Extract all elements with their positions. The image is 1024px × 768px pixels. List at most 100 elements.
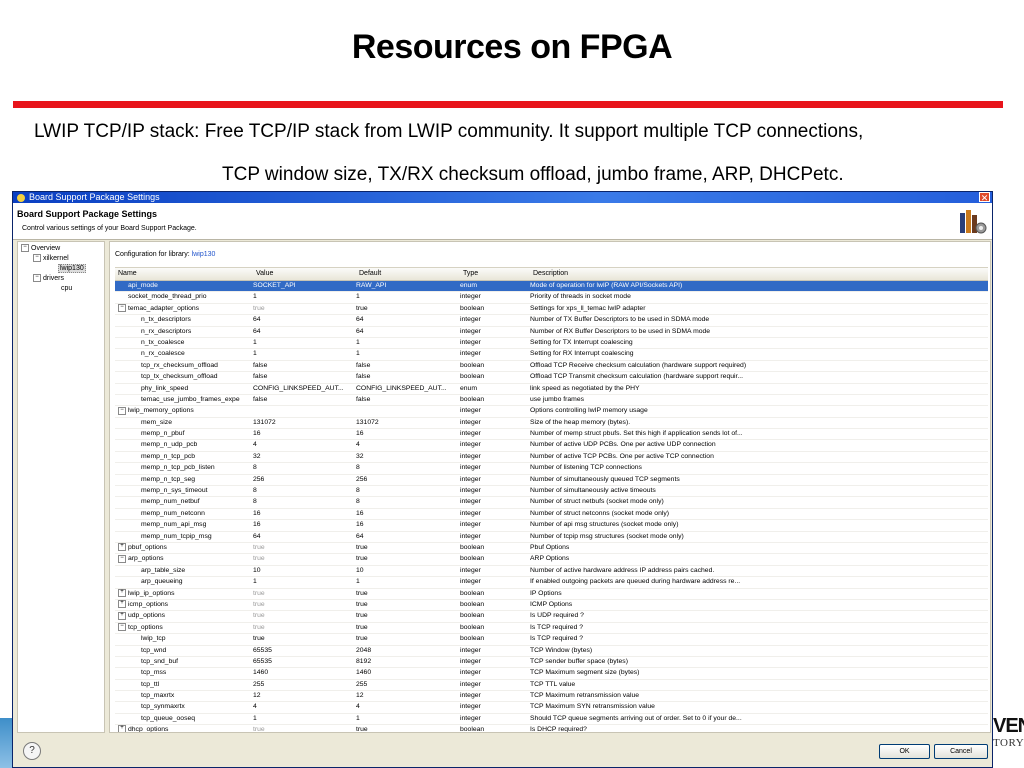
ok-button[interactable]: OK: [879, 744, 930, 759]
row-value[interactable]: 8: [253, 463, 353, 473]
tree-item-lwip130[interactable]: lwip130: [58, 264, 86, 273]
row-value[interactable]: 4: [253, 702, 353, 712]
expand-icon[interactable]: +: [118, 588, 126, 597]
table-row[interactable]: tcp_rx_checksum_offload false false boolean…: [115, 361, 988, 373]
col-header-value[interactable]: Value: [256, 270, 273, 277]
collapse-icon[interactable]: −: [118, 554, 126, 563]
collapse-icon[interactable]: −: [21, 244, 29, 253]
table-row[interactable]: + udp_options true true boolean Is UDP requir…: [115, 611, 988, 623]
row-value[interactable]: 10: [253, 566, 353, 576]
col-header-type[interactable]: Type: [463, 270, 478, 277]
row-value[interactable]: 16: [253, 509, 353, 519]
table-row[interactable]: memp_n_tcp_pcb 32 32 integer Number of activ…: [115, 452, 988, 464]
table-row[interactable]: − temac_adapter_options true true boolean Set…: [115, 303, 988, 316]
table-row[interactable]: tcp_tx_checksum_offload false false boolean…: [115, 372, 988, 384]
col-header-default[interactable]: Default: [359, 270, 381, 277]
row-value[interactable]: 256: [253, 475, 353, 485]
table-row[interactable]: memp_n_tcp_pcb_listen 8 8 integer Number of …: [115, 463, 988, 475]
row-value[interactable]: true: [253, 554, 353, 564]
row-value[interactable]: 32: [253, 452, 353, 462]
row-value[interactable]: true: [253, 725, 353, 732]
row-value[interactable]: 1: [253, 577, 353, 587]
tree-item-xilkernel[interactable]: − xilkernel: [33, 254, 69, 263]
row-value[interactable]: 1460: [253, 668, 353, 678]
col-header-name[interactable]: Name: [118, 270, 137, 277]
expand-icon[interactable]: +: [118, 543, 126, 552]
table-row[interactable]: memp_n_udp_pcb 4 4 integer Number of active …: [115, 440, 988, 452]
table-row[interactable]: n_rx_descriptors 64 64 integer Number of RX …: [115, 327, 988, 338]
table-row[interactable]: tcp_ttl 255 255 integer TCP TTL value: [115, 680, 988, 692]
table-row[interactable]: + dhcp_options true true boolean Is DHCP requ…: [115, 725, 988, 732]
collapse-icon[interactable]: −: [33, 254, 41, 263]
collapse-icon[interactable]: −: [33, 274, 41, 283]
table-row[interactable]: memp_num_netbuf 8 8 integer Number of struct…: [115, 497, 988, 509]
row-value[interactable]: 64: [253, 315, 353, 325]
table-row[interactable]: arp_queueing 1 1 integer If enabled outgoing…: [115, 577, 988, 589]
table-row[interactable]: memp_num_tcpip_msg 64 64 integer Number of t…: [115, 532, 988, 543]
table-row[interactable]: phy_link_speed CONFIG_LINKSPEED_AUT... CON…: [115, 384, 988, 395]
table-row[interactable]: − lwip_memory_options integer Options contr…: [115, 406, 988, 418]
row-value[interactable]: SOCKET_API: [253, 281, 353, 291]
table-row[interactable]: socket_mode_thread_prio 1 1 integer Priority…: [115, 292, 988, 304]
close-icon[interactable]: ✕: [979, 192, 990, 203]
table-row[interactable]: tcp_synmaxrtx 4 4 integer TCP Maximum SYN re…: [115, 702, 988, 714]
row-value[interactable]: true: [253, 600, 353, 610]
row-value[interactable]: 1: [253, 714, 353, 724]
table-row[interactable]: memp_n_tcp_seg 256 256 integer Number of sim…: [115, 475, 988, 487]
row-value[interactable]: true: [253, 589, 353, 599]
row-value[interactable]: 16: [253, 520, 353, 530]
table-row[interactable]: − arp_options true true boolean ARP Options: [115, 554, 988, 566]
help-icon[interactable]: ?: [23, 742, 41, 760]
collapse-icon[interactable]: −: [118, 622, 126, 631]
collapse-icon[interactable]: −: [118, 303, 126, 312]
table-row[interactable]: n_tx_descriptors 64 64 integer Number of TX …: [115, 315, 988, 327]
cancel-button[interactable]: Cancel: [934, 744, 988, 759]
expand-icon[interactable]: +: [118, 600, 126, 609]
table-row[interactable]: lwip_tcp true true boolean Is TCP required ?: [115, 634, 988, 646]
table-row[interactable]: memp_n_pbuf 16 16 integer Number of memp str…: [115, 429, 988, 441]
table-row[interactable]: + pbuf_options true true boolean Pbuf Options: [115, 543, 988, 555]
table-row[interactable]: memp_n_sys_timeout 8 8 integer Number of sim…: [115, 486, 988, 498]
table-row[interactable]: tcp_mss 1460 1460 integer TCP Maximum segmen…: [115, 668, 988, 680]
row-value[interactable]: true: [253, 304, 353, 314]
table-row[interactable]: tcp_maxrtx 12 12 integer TCP Maximum retrans…: [115, 691, 988, 703]
collapse-icon[interactable]: −: [118, 406, 126, 415]
tree-item-drivers[interactable]: − drivers: [33, 274, 64, 283]
row-value[interactable]: 1: [253, 338, 353, 348]
row-value[interactable]: 8: [253, 497, 353, 507]
row-value[interactable]: true: [253, 543, 353, 553]
row-value[interactable]: false: [253, 361, 353, 371]
row-value[interactable]: 1: [253, 292, 353, 302]
expand-icon[interactable]: +: [118, 611, 126, 620]
row-value[interactable]: CONFIG_LINKSPEED_AUT...: [253, 384, 353, 394]
table-row[interactable]: tcp_wnd 65535 2048 integer TCP Window (bytes…: [115, 646, 988, 657]
table-row[interactable]: arp_table_size 10 10 integer Number of activ…: [115, 566, 988, 578]
row-value[interactable]: 8: [253, 486, 353, 496]
table-row[interactable]: memp_num_netconn 16 16 integer Number of str…: [115, 509, 988, 521]
tree-item-overview[interactable]: − Overview: [21, 244, 60, 253]
table-row[interactable]: n_rx_coalesce 1 1 integer Setting for RX Int…: [115, 349, 988, 361]
row-value[interactable]: false: [253, 395, 353, 405]
row-value[interactable]: 65535: [253, 646, 353, 656]
row-value[interactable]: 131072: [253, 418, 353, 428]
row-value[interactable]: true: [253, 623, 353, 633]
table-row[interactable]: temac_use_jumbo_frames_expe false false boo…: [115, 395, 988, 407]
row-value[interactable]: 4: [253, 440, 353, 450]
row-value[interactable]: 255: [253, 680, 353, 690]
table-row[interactable]: mem_size 131072 131072 integer Size of the h…: [115, 418, 988, 430]
dialog-titlebar[interactable]: Board Support Package Settings ✕: [13, 192, 992, 203]
row-value[interactable]: 65535: [253, 657, 353, 667]
row-value[interactable]: false: [253, 372, 353, 382]
table-row[interactable]: api_mode SOCKET_API RAW_API enum Mode of ope…: [115, 281, 988, 293]
table-row[interactable]: − tcp_options true true boolean Is TCP requir…: [115, 622, 988, 635]
row-value[interactable]: true: [253, 611, 353, 621]
row-value[interactable]: 64: [253, 532, 353, 542]
table-row[interactable]: tcp_snd_buf 65535 8192 integer TCP sender bu…: [115, 657, 988, 669]
expand-icon[interactable]: +: [118, 725, 126, 732]
table-row[interactable]: n_tx_coalesce 1 1 integer Setting for TX Int…: [115, 338, 988, 350]
row-value[interactable]: 64: [253, 327, 353, 337]
row-value[interactable]: 12: [253, 691, 353, 701]
table-row[interactable]: tcp_queue_ooseq 1 1 integer Should TCP queue…: [115, 714, 988, 726]
table-row[interactable]: + lwip_ip_options true true boolean IP Option…: [115, 588, 988, 600]
row-value[interactable]: 1: [253, 349, 353, 359]
